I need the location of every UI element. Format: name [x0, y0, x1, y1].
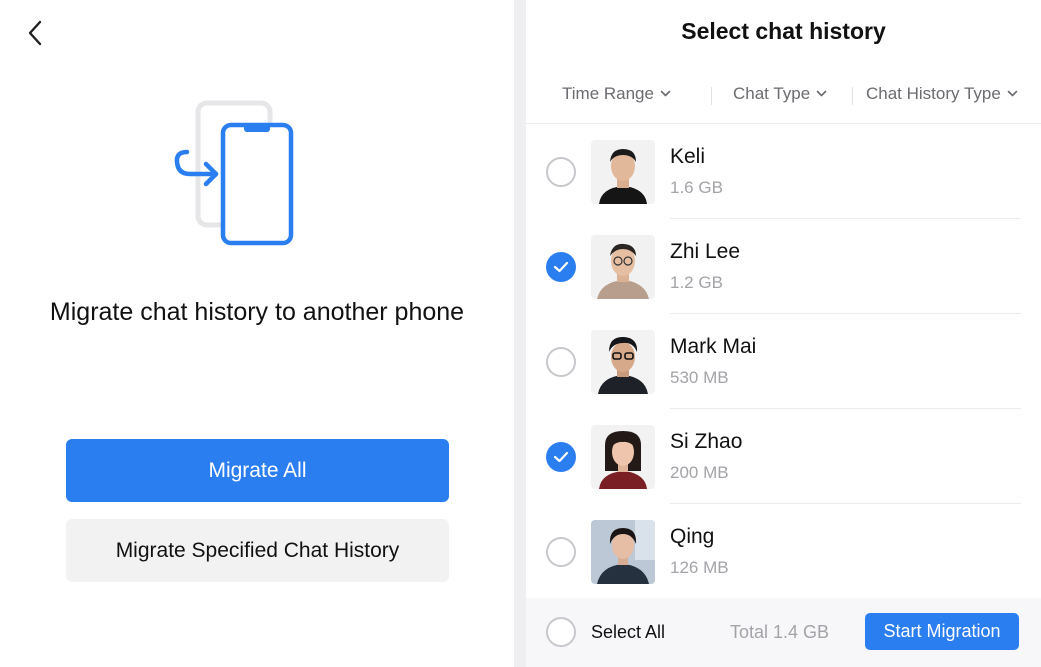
avatar [591, 235, 655, 299]
contact-size: 530 MB [670, 368, 729, 387]
filter-divider [852, 87, 853, 105]
filter-label: Time Range [562, 84, 654, 103]
contact-size: 1.2 GB [670, 273, 723, 292]
checkbox-checked[interactable] [546, 442, 576, 472]
checkbox[interactable] [546, 347, 576, 377]
list-item[interactable]: Qing 126 MB [526, 504, 1041, 599]
chevron-left-icon [28, 20, 42, 46]
contact-size: 126 MB [670, 558, 729, 577]
filter-chat-history-type[interactable]: Chat History Type [866, 84, 1018, 104]
contact-name: Keli [670, 145, 706, 168]
migrate-specified-button[interactable]: Migrate Specified Chat History [66, 519, 449, 582]
checkbox[interactable] [546, 537, 576, 567]
checkbox-checked[interactable] [546, 252, 576, 282]
avatar [591, 330, 655, 394]
contact-name: Qing [670, 525, 715, 548]
check-icon [553, 451, 569, 463]
filter-time-range[interactable]: Time Range [562, 84, 671, 104]
chat-history-selector: Select chat history Time Range Chat Type… [526, 0, 1041, 667]
chevron-down-icon [816, 90, 827, 97]
list-item[interactable]: Keli 1.6 GB [526, 124, 1041, 219]
selection-footer: Select All Total 1.4 GB Start Migration [526, 598, 1041, 667]
contact-name: Mark Mai [670, 335, 757, 358]
check-icon [553, 261, 569, 273]
total-size: Total 1.4 GB [730, 622, 830, 642]
back-button[interactable] [20, 18, 50, 48]
contact-size: 200 MB [670, 463, 729, 482]
migration-intro-panel: Migrate chat history to another phone Mi… [0, 0, 514, 667]
chevron-down-icon [660, 90, 671, 97]
filter-chat-type[interactable]: Chat Type [733, 84, 827, 104]
avatar [591, 425, 655, 489]
start-migration-button[interactable]: Start Migration [865, 613, 1019, 650]
select-all-label[interactable]: Select All [591, 622, 665, 643]
checkbox[interactable] [546, 157, 576, 187]
select-all-checkbox[interactable] [546, 617, 576, 647]
list-item[interactable]: Zhi Lee 1.2 GB [526, 219, 1041, 314]
chevron-down-icon [1007, 90, 1018, 97]
migrate-all-button[interactable]: Migrate All [66, 439, 449, 502]
filter-label: Chat History Type [866, 84, 1001, 103]
contact-name: Si Zhao [670, 430, 743, 453]
filter-divider [711, 87, 712, 105]
selector-title: Select chat history [681, 18, 886, 44]
contact-size: 1.6 GB [670, 178, 723, 197]
avatar [591, 140, 655, 204]
list-item[interactable]: Si Zhao 200 MB [526, 409, 1041, 504]
contact-name: Zhi Lee [670, 240, 741, 263]
filter-bar: Time Range Chat Type Chat History Type [526, 78, 1041, 114]
contact-list: Keli 1.6 GB Zhi Lee 1.2 GB Mark Mai 530 … [526, 124, 1041, 599]
list-item[interactable]: Mark Mai 530 MB [526, 314, 1041, 409]
page-title: Migrate chat history to another phone [49, 298, 465, 326]
filter-label: Chat Type [733, 84, 811, 103]
phone-transfer-icon [174, 100, 294, 246]
avatar [591, 520, 655, 584]
